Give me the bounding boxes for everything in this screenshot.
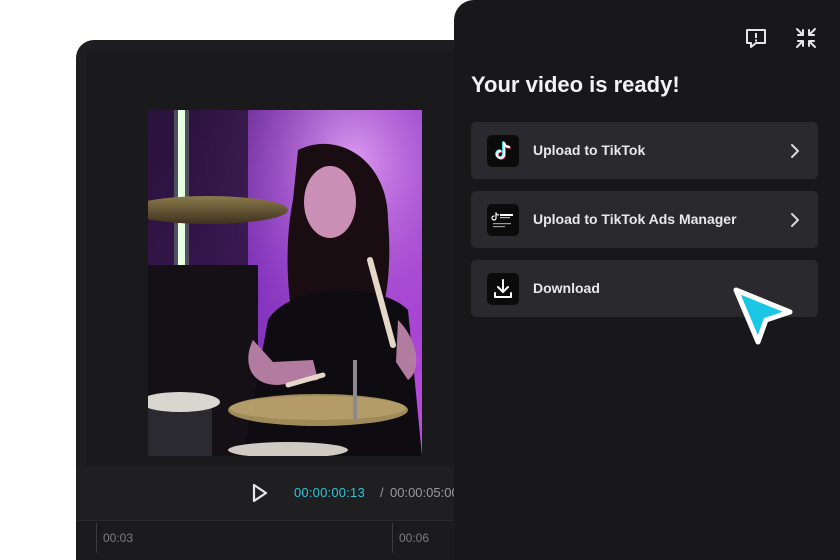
time-separator: / (380, 485, 384, 500)
total-time: 00:00:05:00 (390, 485, 459, 500)
tiktok-icon (487, 135, 519, 167)
upload-tiktok-ads-manager-button[interactable]: Upload to TikTok Ads Manager (471, 191, 818, 248)
option-label: Upload to TikTok (533, 142, 646, 158)
play-icon[interactable] (250, 482, 270, 504)
panel-title: Your video is ready! (471, 72, 680, 97)
tiktok-business-icon (487, 204, 519, 236)
preview-area (86, 50, 486, 466)
download-icon (487, 273, 519, 305)
ruler-label: 00:03 (103, 531, 134, 545)
feedback-icon[interactable] (744, 26, 768, 50)
chevron-right-icon (791, 213, 799, 227)
chevron-right-icon (791, 144, 799, 158)
pointer-cursor-icon (733, 287, 793, 345)
export-panel: Your video is ready! Upload to TikTok Up… (454, 0, 840, 560)
timeline-ruler[interactable]: 00:03 00:06 (76, 520, 496, 560)
ruler-tick (392, 523, 393, 553)
video-preview[interactable] (148, 110, 422, 456)
option-label: Download (533, 280, 600, 296)
editor-window: 00:00:00:13 / 00:00:05:00 00:03 00:06 (76, 40, 496, 560)
player-controls: 00:00:00:13 / 00:00:05:00 (76, 466, 496, 520)
current-time: 00:00:00:13 (294, 485, 365, 500)
option-label: Upload to TikTok Ads Manager (533, 211, 737, 227)
collapse-icon[interactable] (794, 26, 818, 50)
video-thumbnail-image (148, 110, 422, 456)
ruler-tick (96, 523, 97, 553)
upload-tiktok-button[interactable]: Upload to TikTok (471, 122, 818, 179)
ruler-label: 00:06 (399, 531, 430, 545)
